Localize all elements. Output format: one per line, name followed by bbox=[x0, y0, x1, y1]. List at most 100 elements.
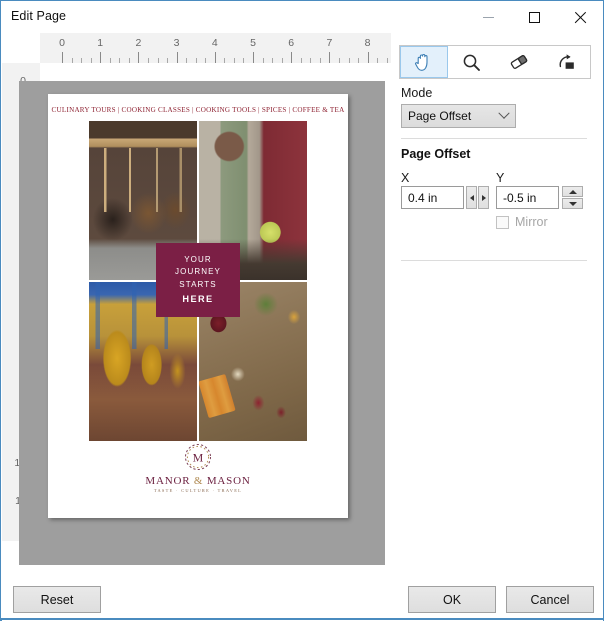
ruler-minor-tick bbox=[281, 58, 283, 63]
title-bar: Edit Page bbox=[1, 1, 603, 33]
ruler-minor-tick bbox=[157, 58, 159, 63]
ruler-tick bbox=[253, 52, 254, 63]
cancel-button[interactable]: Cancel bbox=[506, 586, 594, 613]
rotate-tool-button[interactable] bbox=[543, 46, 591, 78]
wreath-icon: M bbox=[181, 440, 215, 474]
zoom-tool-button[interactable] bbox=[448, 46, 496, 78]
right-arrow-icon bbox=[481, 194, 486, 201]
y-increment-button[interactable] bbox=[562, 186, 583, 197]
up-arrow-icon bbox=[568, 189, 577, 194]
maximize-button[interactable] bbox=[511, 1, 557, 33]
canvas-area[interactable]: CULINARY TOURS | COOKING CLASSES | COOKI… bbox=[19, 81, 385, 565]
ruler-minor-tick bbox=[205, 58, 207, 63]
x-offset-stepper: 0.4 in bbox=[401, 186, 489, 209]
tool-tray bbox=[399, 45, 591, 79]
dialog-footer: Reset OK Cancel bbox=[2, 569, 603, 621]
ruler-tick bbox=[329, 52, 331, 63]
ruler-minor-tick bbox=[147, 58, 149, 63]
ruler-tick bbox=[291, 52, 293, 63]
ruler-minor-tick bbox=[300, 58, 302, 63]
ruler-tick bbox=[62, 52, 63, 63]
eraser-tool-button[interactable] bbox=[495, 46, 543, 78]
pan-tool-button[interactable] bbox=[400, 46, 448, 78]
logo-tagline: TASTE · CULTURE · TRAVEL bbox=[153, 488, 243, 493]
ruler-minor-tick bbox=[186, 58, 188, 63]
ruler-minor-tick bbox=[348, 58, 350, 63]
maximize-icon bbox=[528, 11, 540, 23]
ruler-minor-tick bbox=[119, 58, 121, 63]
page-preview[interactable]: CULINARY TOURS | COOKING CLASSES | COOKI… bbox=[48, 94, 348, 518]
y-decrement-button[interactable] bbox=[562, 198, 583, 209]
mode-value: Page Offset bbox=[408, 109, 472, 123]
ruler-label: 1 bbox=[97, 37, 104, 49]
mode-label: Mode bbox=[401, 86, 433, 100]
minimize-icon bbox=[482, 16, 494, 18]
ruler-label: 7 bbox=[326, 37, 333, 49]
flyer-header-text: CULINARY TOURS | COOKING CLASSES | COOKI… bbox=[51, 106, 345, 114]
ruler-label: 3 bbox=[173, 37, 180, 49]
properties-panel: Mode Page Offset Page Offset X 0.4 in Y … bbox=[393, 33, 603, 541]
window-accent-bar bbox=[1, 618, 604, 620]
eraser-icon bbox=[510, 55, 528, 69]
panel-divider-top bbox=[401, 138, 587, 139]
ruler-label: 0 bbox=[59, 37, 65, 49]
ruler-minor-tick bbox=[224, 58, 226, 63]
y-offset-input[interactable]: -0.5 in bbox=[496, 186, 559, 209]
x-increment-button[interactable] bbox=[478, 186, 489, 209]
callout-line-1: YOUR bbox=[184, 254, 212, 264]
down-arrow-icon bbox=[568, 201, 577, 206]
edit-page-dialog: Edit Page 012345678 01234567891011 CULIN… bbox=[0, 0, 604, 621]
logo-wordmark: MANOR & MASON bbox=[145, 475, 250, 487]
magnifier-icon bbox=[463, 54, 480, 71]
ruler-corner bbox=[2, 33, 40, 63]
ruler-tick bbox=[100, 52, 102, 63]
chevron-down-icon bbox=[498, 107, 510, 119]
ruler-minor-tick bbox=[319, 58, 321, 63]
ruler-minor-tick bbox=[272, 58, 274, 63]
x-label: X bbox=[401, 171, 410, 185]
ruler-minor-tick bbox=[310, 58, 312, 63]
ruler-tick bbox=[138, 52, 140, 63]
logo-ampersand: & bbox=[193, 475, 204, 487]
ruler-minor-tick bbox=[233, 58, 235, 63]
ruler-tick bbox=[367, 52, 369, 63]
ruler-label: 6 bbox=[288, 37, 295, 49]
ruler-minor-tick bbox=[338, 58, 340, 63]
ruler-tick bbox=[176, 52, 178, 63]
hand-icon bbox=[415, 53, 428, 71]
ruler-minor-tick bbox=[167, 58, 169, 63]
page-offset-section-title: Page Offset bbox=[401, 147, 471, 161]
ruler-minor-tick bbox=[71, 58, 73, 63]
ruler-label: 8 bbox=[364, 37, 371, 49]
callout-line-4: HERE bbox=[182, 293, 214, 304]
ruler-minor-tick bbox=[90, 58, 92, 63]
close-icon bbox=[574, 11, 587, 24]
callout-line-2: JOURNEY bbox=[175, 267, 221, 277]
horizontal-ruler: 0 1 2 3 4 5 6 7 8 bbox=[40, 33, 391, 63]
close-button[interactable] bbox=[557, 1, 603, 33]
mirror-checkbox-row[interactable]: Mirror bbox=[496, 215, 548, 229]
ruler-label: 2 bbox=[135, 37, 142, 49]
ruler-label: 4 bbox=[211, 37, 218, 49]
y-label: Y bbox=[496, 171, 505, 185]
x-offset-input[interactable]: 0.4 in bbox=[401, 186, 464, 209]
svg-text:M: M bbox=[193, 451, 204, 465]
page-viewer: 012345678 01234567891011 CULINARY TOURS … bbox=[2, 33, 391, 602]
ruler-minor-tick bbox=[109, 58, 111, 63]
mirror-checkbox[interactable] bbox=[496, 215, 509, 229]
ruler-minor-tick bbox=[81, 58, 83, 63]
ruler-minor-tick bbox=[195, 58, 197, 63]
ok-button[interactable]: OK bbox=[408, 586, 496, 613]
reset-button[interactable]: Reset bbox=[13, 586, 101, 613]
logo-name-left: MANOR bbox=[145, 475, 191, 487]
mode-select[interactable]: Page Offset bbox=[401, 104, 516, 128]
window-title: Edit Page bbox=[11, 9, 67, 23]
callout-line-3: STARTS bbox=[179, 280, 217, 290]
ruler-minor-tick bbox=[243, 58, 245, 63]
y-offset-stepper: -0.5 in bbox=[496, 186, 583, 209]
ruler-minor-tick bbox=[377, 58, 379, 63]
mirror-label: Mirror bbox=[515, 215, 548, 229]
minimize-button[interactable] bbox=[465, 1, 511, 33]
x-decrement-button[interactable] bbox=[466, 186, 477, 209]
panel-divider-bottom bbox=[401, 260, 587, 261]
